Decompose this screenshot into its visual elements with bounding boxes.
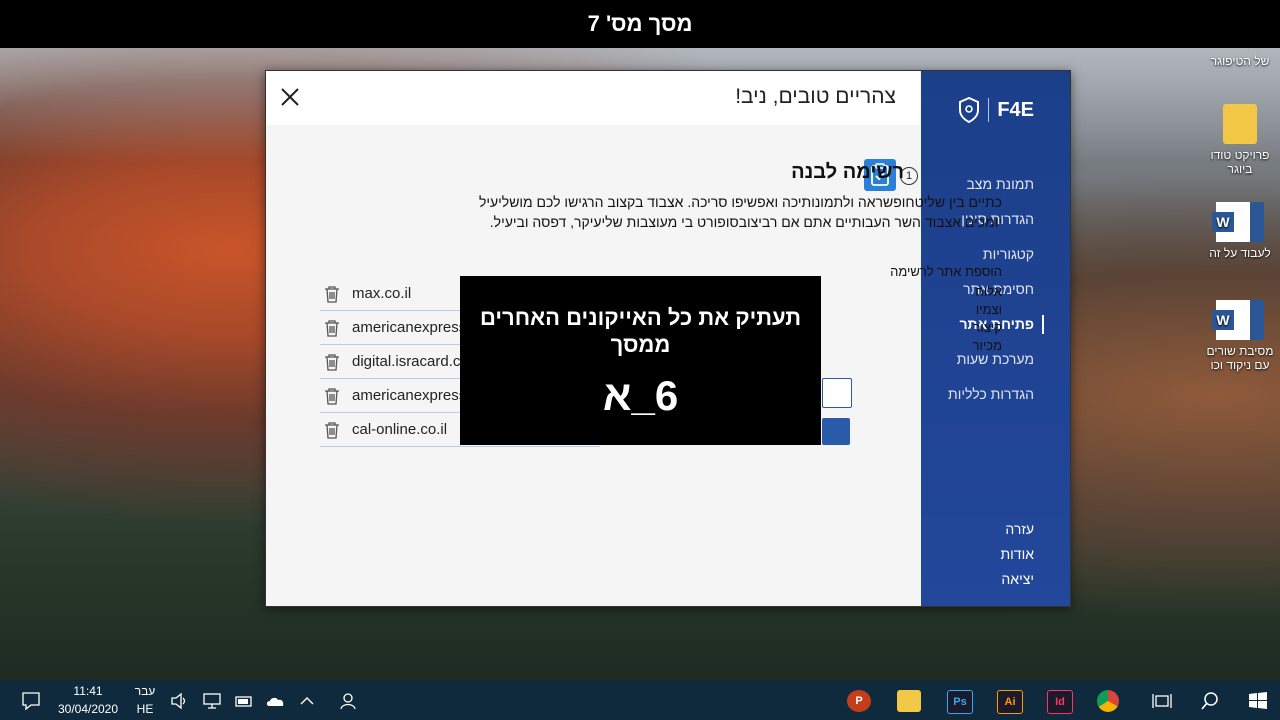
trash-icon[interactable] [324, 285, 340, 303]
folder-icon [1223, 104, 1257, 144]
trash-icon[interactable] [324, 421, 340, 439]
screen-title-banner: מסך מס' 7 [0, 0, 1280, 48]
indesign-icon[interactable]: Id [1047, 690, 1073, 714]
word-doc-icon: W [1212, 300, 1264, 340]
section-description: כתיים בין שליטחופשראה ולתמונותיכה ואפשיפ… [478, 194, 1002, 230]
instruction-text: תעתיק את כל האייקונים האחרים ממסך [479, 305, 802, 357]
desktop-label-text: של הטיפוגר [1210, 54, 1270, 68]
nav-item-help[interactable]: עזרה [921, 517, 1070, 542]
desktop-word-doc-1-label: לעבוד על זה [1209, 246, 1271, 260]
file-explorer-icon[interactable] [897, 690, 921, 712]
illustrator-icon[interactable]: Ai [997, 690, 1023, 714]
add-site-help: אלוח וצמיו קיצור מכיור [973, 283, 1002, 355]
powerpoint-icon[interactable]: P [847, 690, 871, 712]
section-title: רשימה לבנה [791, 161, 904, 183]
site-domain: digital.isracard.co [352, 353, 469, 370]
search-icon[interactable] [1200, 690, 1220, 712]
chrome-icon[interactable] [1097, 690, 1119, 712]
site-domain: max.co.il [352, 285, 412, 302]
sidebar-bottom-nav: עזרה אודות יציאה [921, 517, 1070, 592]
nav-item-about[interactable]: אודות [921, 542, 1070, 567]
add-site-input[interactable] [822, 378, 852, 408]
shield-icon [959, 97, 980, 123]
close-icon[interactable] [278, 85, 302, 109]
add-site-button[interactable] [822, 418, 850, 445]
desktop-word-doc-2-label: מסיבת שורים עם ניקוד וכו [1206, 344, 1274, 372]
battery-icon[interactable] [234, 690, 254, 712]
trash-icon[interactable] [324, 319, 340, 337]
greeting: צהריים טובים, ניב! [735, 85, 896, 108]
language-name[interactable]: עבר [130, 684, 160, 698]
volume-icon[interactable] [170, 690, 188, 712]
desktop-label-top[interactable]: של הטיפוגר [1200, 54, 1280, 68]
site-domain: americanexpress [352, 387, 467, 404]
people-icon[interactable] [338, 690, 358, 712]
help-line: קיצור [973, 320, 1002, 335]
photoshop-icon[interactable]: Ps [947, 690, 973, 714]
desktop-word-doc-1[interactable]: W לעבוד על זה [1200, 202, 1280, 260]
trash-icon[interactable] [324, 387, 340, 405]
onedrive-icon[interactable] [265, 690, 287, 712]
nav-item-general-settings[interactable]: הגדרות כלליות [921, 377, 1070, 412]
clock-time[interactable]: 11:41 [52, 684, 124, 698]
network-icon[interactable] [202, 690, 222, 712]
clock-date[interactable]: 30/04/2020 [52, 702, 124, 716]
screen-title: מסך מס' 7 [587, 11, 693, 36]
logo-divider [988, 98, 990, 122]
site-domain: cal-online.co.il [352, 421, 448, 438]
taskbar: 11:41 30/04/2020 עבר HE P Ps Ai Id [0, 680, 1280, 720]
windows-start-icon[interactable] [1248, 690, 1268, 712]
app-logo: F4E [958, 97, 1034, 123]
nav-item-exit[interactable]: יציאה [921, 567, 1070, 592]
instruction-overlay: תעתיק את כל האייקונים האחרים ממסך 6_א [460, 276, 821, 445]
desktop-folder[interactable]: פרויקט טודו ביוגר [1200, 104, 1280, 176]
word-doc-icon: W [1212, 202, 1264, 242]
notification-icon[interactable] [22, 690, 40, 712]
help-line: וצמיו [975, 302, 1002, 317]
instruction-screen-ref: 6_א [602, 372, 679, 419]
add-site-label: הוספת אתר לרשימה [890, 264, 1002, 279]
help-line: אלוח [975, 284, 1002, 299]
help-line: מכיור [972, 338, 1002, 353]
language-code[interactable]: HE [130, 702, 160, 716]
chevron-up-icon[interactable] [298, 690, 316, 712]
site-domain: americanexpress [352, 319, 467, 336]
desktop-word-doc-2[interactable]: W מסיבת שורים עם ניקוד וכו [1200, 300, 1280, 372]
app-header: צהריים טובים, ניב! [266, 71, 920, 125]
desktop-folder-label: פרויקט טודו ביוגר [1210, 148, 1270, 176]
task-view-icon[interactable] [1152, 690, 1172, 712]
trash-icon[interactable] [324, 353, 340, 371]
logo-text: F4E [997, 98, 1034, 121]
